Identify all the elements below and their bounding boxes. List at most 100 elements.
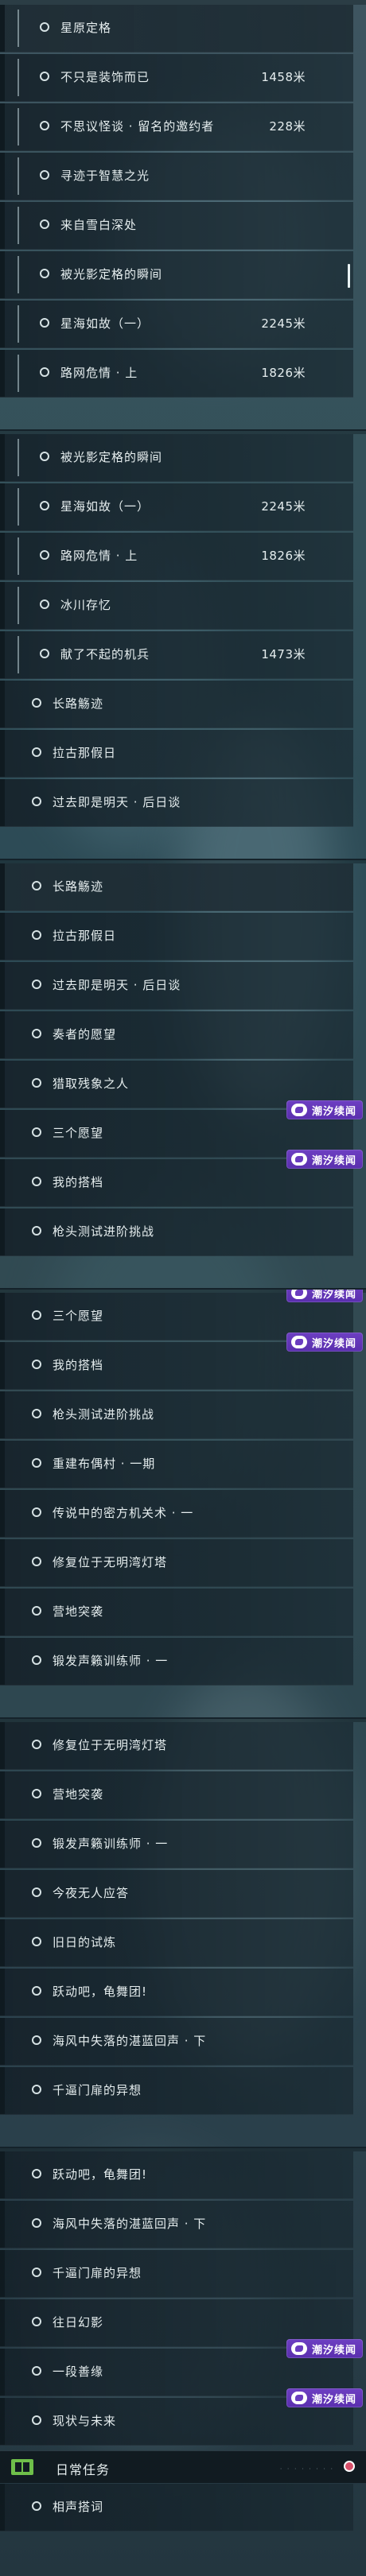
quest-row[interactable]: 路网危情 · 上 1826米	[0, 533, 353, 580]
quest-row[interactable]: 长路觞迹	[0, 681, 353, 728]
event-badge-text: 潮汐续闻	[312, 2393, 357, 2406]
quest-row[interactable]: 枪头测试进阶挑战	[0, 1391, 353, 1439]
row-left-bar	[0, 2201, 5, 2248]
event-badge: 潮汐续闻	[286, 1100, 363, 1119]
quest-list-screen: 星原定格 不只是装饰而已 1458米 不思议怪谈 · 留名的邀约者 228米 寻迹于智慧之…	[0, 0, 366, 429]
quest-row[interactable]: 修复位于无明湾灯塔	[0, 1722, 353, 1770]
book-icon	[11, 2459, 33, 2475]
quest-row[interactable]: 跃动吧，龟舞团!	[0, 2151, 353, 2199]
row-left-bar	[0, 2067, 5, 2114]
quest-row[interactable]: 被光影定格的瞬间	[0, 251, 353, 299]
row-left-bar	[0, 1110, 5, 1157]
quest-title: 锻发声籁训练师 · 一	[53, 1654, 169, 1668]
quest-circle-icon	[32, 2169, 41, 2178]
row-left-bar	[0, 350, 5, 397]
quest-circle-icon	[40, 452, 49, 461]
screenshot-divider	[0, 859, 366, 860]
row-left-bar	[0, 202, 5, 249]
quest-row[interactable]: 枪头测试进阶挑战	[0, 1208, 353, 1256]
row-left-bar	[0, 913, 5, 960]
quest-row[interactable]: 传说中的密方机关术 · 一	[0, 1490, 353, 1538]
row-indent-line	[18, 587, 19, 624]
quest-row[interactable]: 来自雪白深处	[0, 202, 353, 250]
quest-row[interactable]: 锻发声籁训练师 · 一	[0, 1821, 353, 1868]
quest-row[interactable]: 献了不起的机兵 1473米	[0, 631, 353, 679]
event-badge: 潮汐续闻	[286, 1333, 363, 1352]
quest-title: 过去即是明天 · 后日谈	[53, 978, 181, 992]
event-badge: 潮汐续闻	[286, 1150, 363, 1169]
quest-circle-icon	[32, 2501, 41, 2511]
quest-row[interactable]: 长路觞迹	[0, 863, 353, 911]
quest-row[interactable]: 路网危情 · 上 1826米	[0, 350, 353, 398]
quest-title: 冰川存忆	[60, 598, 112, 612]
event-badge-text: 潮汐续闻	[312, 1288, 357, 1301]
row-left-bar	[0, 533, 5, 580]
quest-row[interactable]: 过去即是明天 · 后日谈	[0, 962, 353, 1010]
quest-title: 我的搭档	[53, 1358, 104, 1372]
row-left-bar	[0, 1011, 5, 1058]
quest-row[interactable]: 修复位于无明湾灯塔	[0, 1539, 353, 1587]
quest-row[interactable]: 过去即是明天 · 后日谈	[0, 779, 353, 827]
quest-row[interactable]: 重建布偶村 · 一期	[0, 1441, 353, 1488]
quest-title: 三个愿望	[53, 1126, 104, 1140]
quest-circle-icon	[32, 2415, 41, 2425]
quest-row[interactable]: 拉古那假日	[0, 913, 353, 960]
quest-circle-icon	[32, 1409, 41, 1418]
quest-title: 来自雪白深处	[60, 218, 138, 232]
quest-row[interactable]: 不只是装饰而已 1458米	[0, 54, 353, 102]
row-left-bar	[0, 2250, 5, 2297]
row-left-bar	[0, 1870, 5, 1917]
quest-row[interactable]: 营地突袭	[0, 1589, 353, 1636]
event-badge: 潮汐续闻	[286, 2339, 363, 2358]
quest-title: 路网危情 · 上	[60, 549, 138, 563]
quest-row[interactable]: 跃动吧，龟舞团!	[0, 1969, 353, 2016]
quest-row[interactable]: 旧日的试炼	[0, 1919, 353, 1967]
quest-distance: 1826米	[261, 549, 306, 563]
quest-circle-icon	[32, 2035, 41, 2045]
quest-row[interactable]: 锻发声籁训练师 · 一	[0, 1638, 353, 1686]
chat-bubble-icon	[291, 2392, 307, 2404]
quest-list-screen: 长路觞迹 拉古那假日 过去即是明天 · 后日谈 奏者的愿望 猎取残象之人 三个愿望 潮汐续闻…	[0, 859, 366, 1288]
row-indent-line	[18, 488, 19, 526]
quest-row[interactable]: 海风中失落的湛蓝回声 · 下	[0, 2201, 353, 2248]
section-header-daily[interactable]: 日常任务 · · · · · · · ·	[0, 2450, 366, 2483]
quest-title: 海风中失落的湛蓝回声 · 下	[53, 2217, 207, 2231]
scroll-indicator[interactable]	[348, 264, 350, 288]
quest-row[interactable]: 不思议怪谈 · 留名的邀约者 228米	[0, 103, 353, 151]
quest-row[interactable]: 拉古那假日	[0, 730, 353, 778]
row-indent-line	[18, 305, 19, 343]
chat-bubble-icon	[291, 1336, 307, 1348]
quest-row[interactable]: 星海如故（一） 2245米	[0, 301, 353, 348]
quest-row[interactable]: 海风中失落的湛蓝回声 · 下	[0, 2018, 353, 2066]
quest-circle-icon	[32, 1887, 41, 1897]
quest-circle-icon	[40, 367, 49, 377]
quest-title: 不只是装饰而已	[60, 70, 150, 84]
quest-row[interactable]: 星原定格	[0, 5, 353, 52]
quest-row[interactable]: 冰川存忆	[0, 582, 353, 630]
quest-circle-icon	[40, 550, 49, 560]
quest-circle-icon	[32, 1360, 41, 1369]
quest-circle-icon	[32, 2366, 41, 2376]
section-title: 日常任务	[56, 2462, 111, 2477]
quest-row[interactable]: 营地突袭	[0, 1771, 353, 1819]
row-left-bar	[0, 1638, 5, 1685]
quest-circle-icon	[32, 980, 41, 989]
row-indent-line	[18, 355, 19, 392]
row-left-bar	[0, 1342, 5, 1389]
row-left-bar	[0, 2398, 5, 2445]
event-badge-text: 潮汐续闻	[312, 1105, 357, 1118]
quest-title: 星海如故（一）	[60, 499, 150, 514]
quest-row[interactable]: 寻迹于智慧之光	[0, 153, 353, 200]
quest-row[interactable]: 千逼门扉的异想	[0, 2250, 353, 2298]
quest-row[interactable]: 奏者的愿望	[0, 1011, 353, 1059]
chat-bubble-icon	[291, 2342, 307, 2355]
quest-row[interactable]: 今夜无人应答	[0, 1870, 353, 1918]
row-left-bar	[0, 251, 5, 298]
quest-title: 修复位于无明湾灯塔	[53, 1738, 168, 1752]
daily-quest-row[interactable]: 相声搭词	[0, 2484, 353, 2531]
quest-circle-icon	[32, 1078, 41, 1088]
quest-row[interactable]: 被光影定格的瞬间	[0, 434, 353, 482]
quest-title: 跃动吧，龟舞团!	[53, 1984, 148, 1999]
quest-row[interactable]: 星海如故（一） 2245米	[0, 483, 353, 531]
quest-row[interactable]: 千逼门扉的异想	[0, 2067, 353, 2115]
